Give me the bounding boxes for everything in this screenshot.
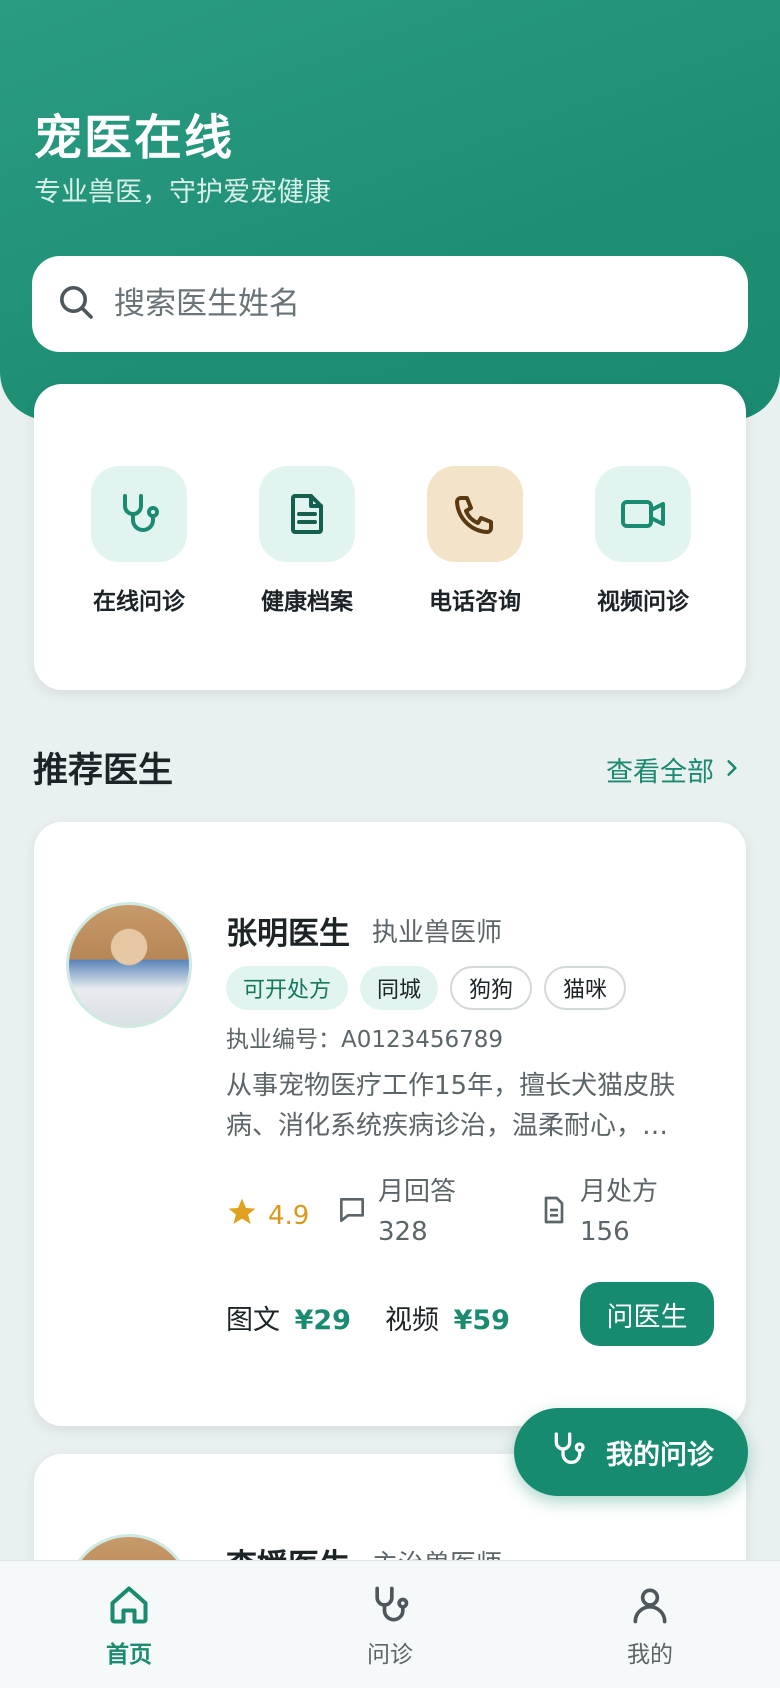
stethoscope-icon [91, 466, 187, 562]
monthly-prescriptions: 月处方 156 [538, 1172, 658, 1252]
video-icon [595, 466, 691, 562]
quick-action-label: 电话咨询 [429, 589, 521, 615]
quick-actions-card: 在线问诊 健康档案 电话咨询 视频问诊 [34, 384, 746, 690]
prescriptions-value: 156 [580, 1217, 630, 1247]
rating-value: 4.9 [268, 1200, 310, 1231]
quick-action-phone-consult[interactable]: 电话咨询 [400, 466, 550, 616]
phone-icon [427, 466, 523, 562]
search-icon [56, 282, 96, 326]
chevron-right-icon [722, 754, 742, 785]
price-text-consult: 图文 ¥29 [226, 1298, 351, 1337]
answers-value: 328 [378, 1217, 428, 1247]
tab-home[interactable]: 首页 [64, 1583, 194, 1669]
user-icon [628, 1588, 672, 1631]
fab-label: 我的问诊 [606, 1439, 714, 1471]
ask-doctor-button[interactable]: 问医生 [580, 1282, 714, 1346]
doctor-tags: 可开处方 同城 狗狗 猫咪 [226, 966, 627, 1010]
doctor-card[interactable]: 张明医生 执业兽医师 可开处方 同城 狗狗 猫咪 执业编号：A012345678… [34, 822, 746, 1426]
tab-label: 我的 [627, 1642, 673, 1668]
quick-action-video-consult[interactable]: 视频问诊 [568, 466, 718, 616]
document-icon [259, 466, 355, 562]
answers-label: 月回答 [378, 1177, 457, 1207]
tag-dog: 狗狗 [450, 966, 533, 1010]
header: 宠医在线 专业兽医，守护爱宠健康 [0, 0, 780, 420]
see-all-label: 查看全部 [606, 757, 714, 788]
tab-label: 问诊 [367, 1642, 413, 1668]
doctor-title: 执业兽医师 [372, 918, 503, 948]
my-consultations-button[interactable]: 我的问诊 [514, 1408, 748, 1496]
doctor-stats: 4.9 月回答 328 月处方 156 [226, 1172, 716, 1262]
tag-same-city: 同城 [360, 966, 439, 1010]
price-text-value: ¥29 [294, 1305, 351, 1336]
rating: 4.9 [226, 1196, 309, 1235]
quick-action-online-consult[interactable]: 在线问诊 [64, 466, 214, 616]
doctor-license: 执业编号：A0123456789 [226, 1027, 504, 1053]
section-title: 推荐医生 [33, 751, 174, 791]
search-input[interactable] [114, 286, 694, 322]
search-bar[interactable] [32, 256, 748, 352]
tab-profile[interactable]: 我的 [585, 1583, 715, 1669]
tag-cat: 猫咪 [544, 966, 627, 1010]
tab-label: 首页 [106, 1642, 152, 1668]
star-icon [226, 1196, 258, 1235]
quick-action-label: 视频问诊 [597, 589, 689, 615]
price-video-value: ¥59 [453, 1305, 510, 1336]
price-row: 图文 ¥29 视频 ¥59 [226, 1298, 510, 1337]
doctor-name: 张明医生 [226, 916, 350, 952]
doctor-avatar [66, 902, 192, 1028]
app-title: 宠医在线 [34, 110, 235, 166]
see-all-link[interactable]: 查看全部 [606, 750, 742, 789]
quick-action-label: 在线问诊 [93, 589, 185, 615]
stethoscope-icon [368, 1586, 412, 1631]
price-text-label: 图文 [226, 1305, 280, 1336]
prescription-icon [538, 1194, 570, 1230]
price-video-consult: 视频 ¥59 [385, 1298, 510, 1337]
quick-action-label: 健康档案 [261, 589, 353, 615]
price-video-label: 视频 [384, 1305, 439, 1336]
tag-prescription: 可开处方 [226, 966, 349, 1010]
prescriptions-label: 月处方 [580, 1177, 659, 1207]
doctor-intro: 从事宠物医疗工作15年，擅长犬猫皮肤病、消化系统疾病诊治，温柔耐心，… [226, 1071, 676, 1141]
quick-action-health-record[interactable]: 健康档案 [232, 466, 382, 616]
monthly-answers: 月回答 328 [336, 1172, 456, 1252]
chat-icon [336, 1194, 368, 1230]
home-icon [107, 1586, 151, 1631]
app-subtitle: 专业兽医，守护爱宠健康 [34, 177, 331, 208]
tab-consult[interactable]: 问诊 [325, 1583, 455, 1669]
bottom-tabbar: 首页 问诊 我的 [0, 1560, 780, 1688]
stethoscope-icon [548, 1429, 588, 1476]
